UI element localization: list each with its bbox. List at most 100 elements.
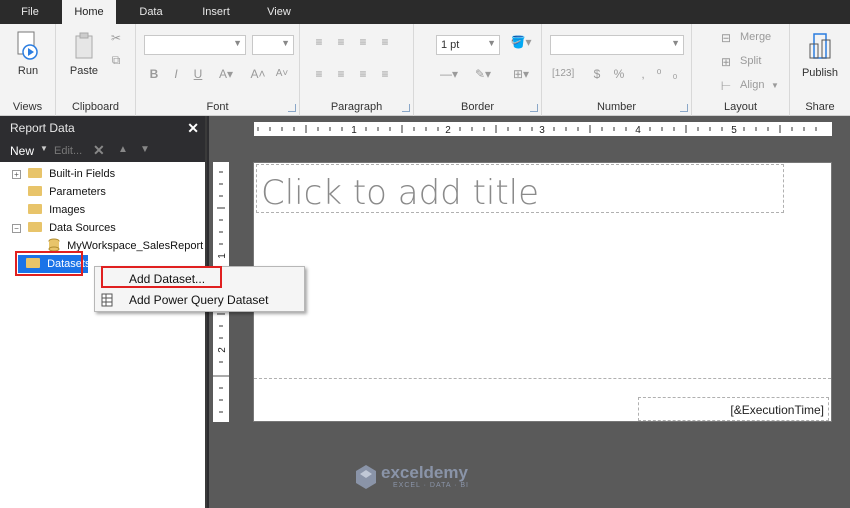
folder-icon (28, 186, 42, 197)
tab-home[interactable]: Home (62, 0, 116, 24)
border-group-label: Border (460, 101, 495, 113)
font-dialog-launcher[interactable] (288, 104, 296, 112)
edit-button[interactable]: Edit... (54, 145, 82, 157)
exceldemy-logo-icon (356, 465, 376, 489)
justify-icon[interactable]: ≡ (378, 66, 392, 82)
menu-item-label: Add Power Query Dataset (129, 293, 269, 307)
execution-time-expression: [&ExecutionTime] (730, 403, 824, 417)
merge-icon[interactable]: ⊟ (718, 30, 734, 46)
paste-button[interactable]: Paste (64, 30, 104, 77)
align-left-icon[interactable]: ≡ (312, 66, 326, 82)
grow-font-icon[interactable]: A˄ (248, 66, 268, 82)
split-icon[interactable]: ⊞ (718, 54, 734, 70)
border-style-icon[interactable]: —▾ (436, 66, 462, 82)
number-dialog-launcher[interactable] (680, 104, 688, 112)
new-button[interactable]: New (10, 144, 34, 158)
title-placeholder: Click to add title (261, 173, 540, 213)
align-top-icon[interactable]: ≡ (312, 34, 326, 50)
merge-button[interactable]: Merge (740, 31, 771, 43)
ruler-label: 2 (445, 125, 451, 136)
paragraph-dialog-launcher[interactable] (402, 104, 410, 112)
cut-icon[interactable]: ✂ (108, 30, 124, 46)
bold-icon[interactable]: B (148, 66, 160, 82)
run-button[interactable]: Run (12, 30, 44, 77)
font-group-label: Font (206, 101, 229, 113)
views-group: Run Views (0, 24, 56, 116)
border-color-icon[interactable]: ✎▾ (470, 66, 496, 82)
datasets-highlight (15, 251, 83, 276)
tree-item-built-in-fields[interactable]: Built-in Fields (28, 165, 115, 183)
font-name-combo[interactable]: ▼ (144, 35, 246, 55)
border-width-combo[interactable]: 1 pt ▼ (436, 35, 500, 55)
tree-item-data-sources[interactable]: Data Sources (28, 219, 116, 237)
title-textbox[interactable]: Click to add title (256, 164, 784, 213)
tab-data[interactable]: Data (126, 0, 176, 24)
align-dropdown-icon[interactable]: ▼ (770, 78, 780, 94)
tab-insert[interactable]: Insert (188, 0, 244, 24)
menu-item-add-power-query-dataset[interactable]: Add Power Query Dataset (95, 289, 304, 311)
report-data-panel: Report Data ✕ New ▼ Edit... ✕ ▲ ▼ + Buil… (0, 116, 207, 508)
placeholder-format-icon[interactable]: [123] (552, 66, 574, 82)
font-group: ▼ ▼ B I U A▾ A˄ A˅ Font (136, 24, 300, 116)
percent-icon[interactable]: % (612, 66, 626, 82)
delete-icon[interactable]: ✕ (93, 142, 105, 159)
split-button[interactable]: Split (740, 55, 761, 67)
tree-item-label: MyWorkspace_SalesReport (67, 240, 204, 252)
tab-file[interactable]: File (8, 0, 52, 24)
tab-view[interactable]: View (254, 0, 304, 24)
align-bottom-icon[interactable]: ≡ (356, 34, 370, 50)
border-dialog-launcher[interactable] (530, 104, 538, 112)
database-icon (48, 238, 60, 252)
expand-icon[interactable]: + (12, 170, 21, 179)
collapse-icon[interactable]: − (12, 224, 21, 233)
move-up-icon[interactable]: ▲ (118, 144, 128, 155)
align-button[interactable]: Align (740, 79, 764, 91)
number-group-label: Number (596, 101, 637, 113)
ruler-label: 1 (217, 253, 228, 259)
ribbon: Run Views Paste ✂ ⧉ Clipboard ▼ ▼ B I U … (0, 24, 850, 116)
align-icon[interactable]: ⊢ (718, 78, 734, 94)
tree-item-parameters[interactable]: Parameters (28, 183, 106, 201)
font-size-combo[interactable]: ▼ (252, 35, 294, 55)
currency-icon[interactable]: $ (590, 66, 604, 82)
copy-icon[interactable]: ⧉ (108, 52, 124, 68)
paragraph-group-label: Paragraph (330, 101, 383, 113)
shrink-font-icon[interactable]: A˅ (272, 66, 292, 82)
decrease-decimal-icon[interactable]: ₀ (668, 66, 682, 82)
watermark-brand: exceldemy (381, 463, 468, 482)
move-down-icon[interactable]: ▼ (140, 144, 150, 155)
fill-color-icon[interactable]: 🪣▾ (508, 34, 534, 50)
run-label: Run (17, 65, 39, 77)
ruler-label: 2 (217, 347, 228, 353)
clipboard-group-label: Clipboard (71, 101, 120, 113)
tree-item-label: Built-in Fields (49, 168, 116, 180)
increase-decimal-icon[interactable]: ⁰ (652, 66, 666, 82)
comma-style-icon[interactable]: , (636, 66, 650, 82)
watermark-tagline: EXCEL · DATA · BI (393, 482, 469, 489)
share-group-label: Share (805, 101, 835, 113)
new-dropdown-icon[interactable]: ▼ (40, 144, 48, 153)
align-middle-icon[interactable]: ≡ (334, 34, 348, 50)
font-color-icon[interactable]: A▾ (216, 66, 236, 82)
number-format-combo[interactable]: ▼ (550, 35, 684, 55)
folder-icon (28, 222, 42, 233)
paste-icon (75, 32, 93, 59)
layout-group-label: Layout (723, 101, 758, 113)
align-right-icon[interactable]: ≡ (356, 66, 370, 82)
report-page[interactable]: Click to add title [&ExecutionTime] (253, 162, 832, 422)
indent-icon[interactable]: ≡ (378, 34, 392, 50)
ribbon-tab-bar: File Home Data Insert View (0, 0, 850, 24)
publish-button[interactable]: Publish (798, 30, 842, 79)
italic-icon[interactable]: I (170, 66, 182, 82)
execution-time-textbox[interactable]: [&ExecutionTime] (638, 397, 829, 421)
tree-item-images[interactable]: Images (28, 201, 85, 219)
borders-icon[interactable]: ⊞▾ (508, 66, 534, 82)
underline-icon[interactable]: U (192, 66, 204, 82)
panel-title: Report Data (10, 121, 75, 135)
share-group: Publish Share (790, 24, 850, 116)
tree-item-label: Images (49, 204, 86, 216)
close-icon[interactable]: ✕ (187, 116, 199, 140)
publish-icon (809, 33, 831, 59)
paragraph-group: ≡ ≡ ≡ ≡ ≡ ≡ ≡ ≡ Paragraph (300, 24, 414, 116)
align-center-icon[interactable]: ≡ (334, 66, 348, 82)
